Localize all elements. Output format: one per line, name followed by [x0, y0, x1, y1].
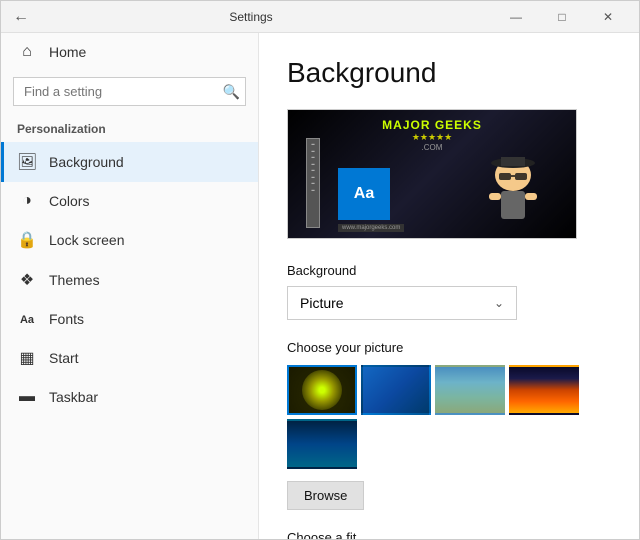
sidebar-item-home[interactable]: Home: [1, 33, 258, 71]
page-title: Background: [287, 57, 611, 89]
colors-icon: ◑: [17, 192, 37, 210]
sidebar-label-background: Background: [49, 154, 124, 170]
fit-label: Choose a fit: [287, 530, 611, 539]
sidebar-label-colors: Colors: [49, 193, 89, 209]
browse-button[interactable]: Browse: [287, 481, 364, 510]
preview-aa-text: Aa: [354, 185, 374, 203]
sidebar: Home 🔍 Personalization 🖼 Background ◑ Co…: [1, 33, 259, 539]
sidebar-item-colors[interactable]: ◑ Colors: [1, 182, 258, 220]
start-icon: [17, 348, 37, 368]
sidebar-item-start[interactable]: Start: [1, 338, 258, 378]
preview-geek-figure: [481, 153, 546, 233]
window-controls: — □ ✕: [493, 1, 631, 33]
picture-thumb-3[interactable]: [435, 365, 505, 415]
background-dropdown[interactable]: Picture ⌄: [287, 286, 517, 320]
content-area: Home 🔍 Personalization 🖼 Background ◑ Co…: [1, 33, 639, 539]
settings-window: ← Settings — □ ✕ Home 🔍 Personalization: [0, 0, 640, 540]
preview-logo-line1: MAJOR GEEKS: [288, 118, 576, 132]
picture-thumb-1[interactable]: [287, 365, 357, 415]
home-icon: [17, 43, 37, 61]
preview-background: MAJOR GEEKS ★★★★★ .COM ━━━━━━━━ Aa: [288, 110, 576, 238]
maximize-button[interactable]: □: [539, 1, 585, 33]
picture-grid: [287, 365, 611, 469]
taskbar-icon: [17, 388, 37, 406]
sidebar-item-fonts[interactable]: Fonts: [1, 300, 258, 338]
sidebar-item-taskbar[interactable]: Taskbar: [1, 378, 258, 416]
lock-icon: 🔒: [17, 230, 37, 250]
preview-url-badge: www.majorgeeks.com: [338, 224, 404, 232]
sidebar-label-start: Start: [49, 350, 79, 366]
close-button[interactable]: ✕: [585, 1, 631, 33]
minimize-button[interactable]: —: [493, 1, 539, 33]
themes-icon: ❖: [17, 270, 37, 290]
sidebar-item-background[interactable]: 🖼 Background: [1, 142, 258, 182]
background-preview: MAJOR GEEKS ★★★★★ .COM ━━━━━━━━ Aa: [287, 109, 577, 239]
background-dropdown-value: Picture: [300, 295, 344, 311]
window-title: Settings: [9, 10, 493, 24]
preview-windows-tile: Aa: [338, 168, 390, 220]
background-icon: 🖼: [17, 152, 37, 172]
picture-thumb-2[interactable]: [361, 365, 431, 415]
background-section-label: Background: [287, 263, 611, 278]
preview-logo-com: .COM: [288, 143, 576, 152]
sidebar-item-lock-screen[interactable]: 🔒 Lock screen: [1, 220, 258, 260]
fonts-icon: [17, 310, 37, 328]
choose-picture-label: Choose your picture: [287, 340, 611, 355]
main-content: Background MAJOR GEEKS ★★★★★ .COM ━━━━━━…: [259, 33, 639, 539]
titlebar: ← Settings — □ ✕: [1, 1, 639, 33]
preview-logo-stars: ★★★★★: [288, 132, 576, 143]
preview-ruler: ━━━━━━━━: [306, 138, 320, 228]
search-box: 🔍: [13, 77, 246, 106]
picture-thumb-5[interactable]: [287, 419, 357, 469]
search-input[interactable]: [13, 77, 246, 106]
sidebar-label-themes: Themes: [49, 272, 100, 288]
sidebar-label-lock-screen: Lock screen: [49, 232, 124, 248]
background-dropdown-arrow: ⌄: [494, 296, 504, 310]
section-label: Personalization: [1, 112, 258, 142]
home-label: Home: [49, 44, 86, 60]
search-icon: 🔍: [223, 83, 240, 100]
sidebar-label-taskbar: Taskbar: [49, 389, 98, 405]
sidebar-label-fonts: Fonts: [49, 311, 84, 327]
sidebar-item-themes[interactable]: ❖ Themes: [1, 260, 258, 300]
picture-thumb-4[interactable]: [509, 365, 579, 415]
